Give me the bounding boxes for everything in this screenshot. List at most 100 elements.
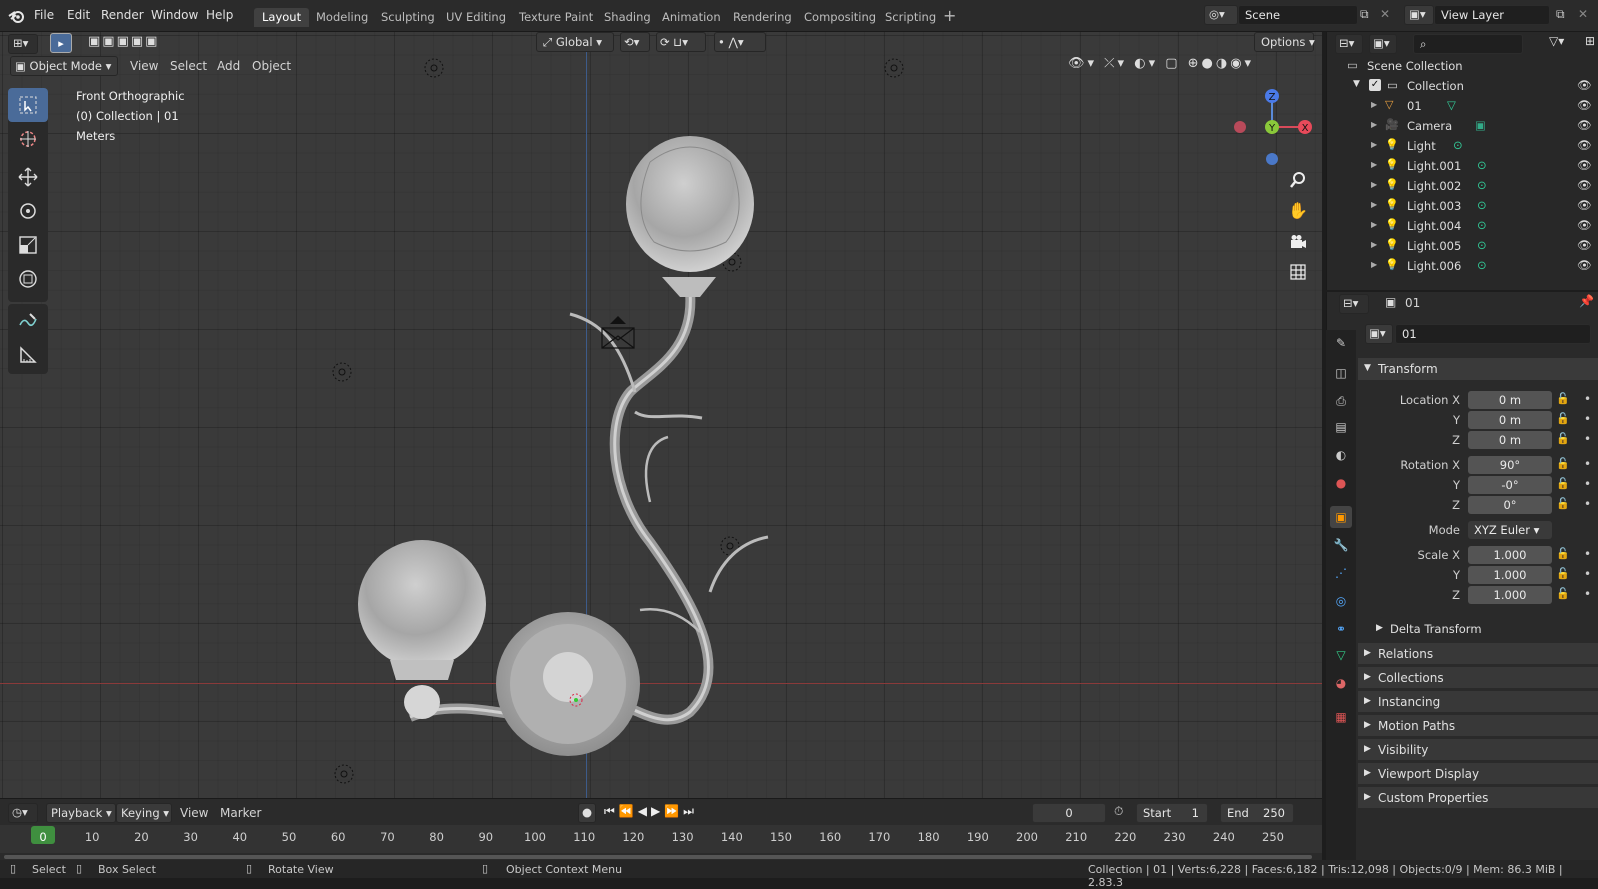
outliner-row[interactable]: ▶ 💡 Light.006 ⊙ 👁 <box>1327 256 1598 276</box>
start-frame-field[interactable]: Start 1 <box>1136 803 1208 823</box>
outliner-row[interactable]: ▶ 🎥 Camera ▣ 👁 <box>1327 116 1598 136</box>
outliner-row[interactable]: ▶ 💡 Light.005 ⊙ 👁 <box>1327 236 1598 256</box>
panel-header[interactable]: ▶ Collections <box>1358 666 1598 688</box>
expand-icon[interactable]: ▶ <box>1371 120 1377 129</box>
view-layer-selector-button[interactable]: ▣▾ <box>1404 5 1434 25</box>
panel-header[interactable]: ▶ Visibility <box>1358 738 1598 760</box>
panel-header[interactable]: ▶ Motion Paths <box>1358 714 1598 736</box>
lock-icon[interactable]: 🔓 <box>1556 567 1570 580</box>
expand-icon[interactable]: ▶ <box>1371 220 1377 229</box>
close-view-layer-icon[interactable]: ✕ <box>1578 7 1588 21</box>
lock-icon[interactable]: 🔓 <box>1556 457 1570 470</box>
light-marker[interactable] <box>422 56 446 80</box>
3d-viewport[interactable]: ⊞▾ ▸ ▣▣▣▣▣ ⤢ Global ▾ ⟲▾ ⟳ ⊔▾ • ⋀▾ Optio… <box>0 32 1322 798</box>
outliner-row[interactable]: ▶ 💡 Light ⊙ 👁 <box>1327 136 1598 156</box>
grid-ortho-icon[interactable] <box>1284 258 1312 286</box>
transform-panel-header[interactable]: ▼ Transform <box>1358 358 1598 380</box>
outliner-row[interactable]: ▶ 💡 Light.004 ⊙ 👁 <box>1327 216 1598 236</box>
rotation-y-field[interactable]: -0° <box>1468 476 1552 494</box>
menu-render[interactable]: Render <box>101 8 144 22</box>
scale-z-field[interactable]: 1.000 <box>1468 586 1552 604</box>
tab-shading[interactable]: Shading <box>596 8 659 27</box>
outliner-row[interactable]: ▶ 💡 Light.002 ⊙ 👁 <box>1327 176 1598 196</box>
outliner-editor-type-button[interactable]: ⊟▾ <box>1335 34 1363 54</box>
expand-icon[interactable]: ▶ <box>1371 200 1377 209</box>
constraints-tab-icon[interactable]: ⚭ <box>1330 618 1352 640</box>
eye-icon[interactable]: 👁 <box>1577 158 1592 172</box>
zoom-icon[interactable] <box>1284 166 1312 194</box>
stopwatch-icon[interactable]: ⏱ <box>1114 804 1123 819</box>
keyframe-dot-icon[interactable]: • <box>1584 587 1591 601</box>
keyframe-dot-icon[interactable]: • <box>1584 457 1591 471</box>
proportional-editing-dropdown[interactable]: • ⋀▾ <box>714 32 766 52</box>
eye-icon[interactable]: 👁 <box>1577 118 1592 132</box>
expand-icon[interactable]: ▶ <box>1371 180 1377 189</box>
scale-x-field[interactable]: 1.000 <box>1468 546 1552 564</box>
eye-icon[interactable]: 👁 <box>1577 198 1592 212</box>
light-marker[interactable] <box>882 56 906 80</box>
timeline-scrollbar[interactable] <box>4 855 1312 859</box>
material-tab-icon[interactable]: ◕ <box>1330 672 1352 694</box>
pan-hand-icon[interactable]: ✋ <box>1284 196 1312 224</box>
snap-dropdown[interactable]: ⟳ ⊔▾ <box>656 32 706 52</box>
menu-help[interactable]: Help <box>206 8 233 22</box>
lock-icon[interactable]: 🔓 <box>1556 392 1570 405</box>
outliner-row-scene-collection[interactable]: ▭ Scene Collection <box>1327 56 1598 76</box>
expand-icon[interactable]: ▼ <box>1353 79 1360 89</box>
keyframe-dot-icon[interactable]: • <box>1584 432 1591 446</box>
pivot-point-dropdown[interactable]: ⟲▾ <box>620 32 650 52</box>
eye-icon[interactable]: 👁 <box>1577 178 1592 192</box>
location-x-field[interactable]: 0 m <box>1468 391 1552 409</box>
scene-selector-button[interactable]: ◎▾ <box>1204 5 1238 25</box>
lock-icon[interactable]: 🔓 <box>1556 587 1570 600</box>
rotate-tool[interactable] <box>8 194 48 228</box>
lock-icon[interactable]: 🔓 <box>1556 497 1570 510</box>
rotation-z-field[interactable]: 0° <box>1468 496 1552 514</box>
scene-tab-icon[interactable]: ◐ <box>1330 444 1352 466</box>
timeline-editor-type-button[interactable]: ◷▾ <box>8 803 38 823</box>
add-workspace-icon[interactable]: + <box>943 6 956 25</box>
eye-icon[interactable]: 👁 <box>1577 258 1592 272</box>
menu-window[interactable]: Window <box>151 8 198 22</box>
object-data-browse-button[interactable]: ▣▾ <box>1365 324 1393 344</box>
texture-tab-icon[interactable]: ▦ <box>1330 706 1352 728</box>
eye-icon[interactable]: 👁 <box>1577 78 1592 92</box>
transform-tool[interactable] <box>8 262 48 296</box>
outliner-row[interactable]: ▶ 💡 Light.003 ⊙ 👁 <box>1327 196 1598 216</box>
timeline-view-menu[interactable]: View <box>180 806 208 820</box>
tab-compositing[interactable]: Compositing <box>796 8 884 27</box>
menu-file[interactable]: File <box>34 8 54 22</box>
tab-rendering[interactable]: Rendering <box>725 8 800 27</box>
new-collection-icon[interactable]: ⊞ <box>1585 34 1595 48</box>
view-layer-tab-icon[interactable]: ▤ <box>1330 416 1352 438</box>
copy-scene-icon[interactable]: ⧉ <box>1360 7 1369 22</box>
panel-header[interactable]: ▶ Viewport Display <box>1358 762 1598 784</box>
copy-view-layer-icon[interactable]: ⧉ <box>1556 7 1565 22</box>
filter-icon[interactable]: ▽▾ <box>1549 34 1564 48</box>
keyframe-dot-icon[interactable]: • <box>1584 412 1591 426</box>
tab-modeling[interactable]: Modeling <box>308 8 376 27</box>
lock-icon[interactable]: 🔓 <box>1556 477 1570 490</box>
expand-icon[interactable]: ▶ <box>1371 100 1377 109</box>
object-mode-dropdown[interactable]: ▣ Object Mode ▾ <box>10 56 118 76</box>
lock-icon[interactable]: 🔓 <box>1556 547 1570 560</box>
object-menu[interactable]: Object <box>252 59 291 73</box>
keyframe-dot-icon[interactable]: • <box>1584 392 1591 406</box>
keyframe-dot-icon[interactable]: • <box>1584 497 1591 511</box>
location-y-field[interactable]: 0 m <box>1468 411 1552 429</box>
physics-tab-icon[interactable]: ◎ <box>1330 590 1352 612</box>
keying-dropdown[interactable]: Keying ▾ <box>116 803 172 823</box>
delta-transform-subpanel[interactable]: ▶ Delta Transform <box>1358 618 1598 640</box>
rotation-mode-dropdown[interactable]: XYZ Euler ▾ <box>1468 521 1552 539</box>
tab-scripting[interactable]: Scripting <box>877 8 944 27</box>
playback-controls[interactable]: ⏮⏪◀▶⏩⏭ <box>604 804 698 819</box>
lock-icon[interactable]: 🔓 <box>1556 432 1570 445</box>
blender-logo-icon[interactable] <box>8 8 26 24</box>
outliner-row-collection[interactable]: ▼ ✓ ▭ Collection 👁 <box>1327 76 1598 96</box>
selection-mode-icons[interactable]: ▣▣▣▣▣ <box>88 34 159 49</box>
measure-tool[interactable] <box>8 338 48 372</box>
tab-layout[interactable]: Layout <box>254 8 310 27</box>
location-z-field[interactable]: 0 m <box>1468 431 1552 449</box>
world-tab-icon[interactable]: ● <box>1330 472 1352 494</box>
modifier-tab-icon[interactable]: 🔧 <box>1330 534 1352 556</box>
